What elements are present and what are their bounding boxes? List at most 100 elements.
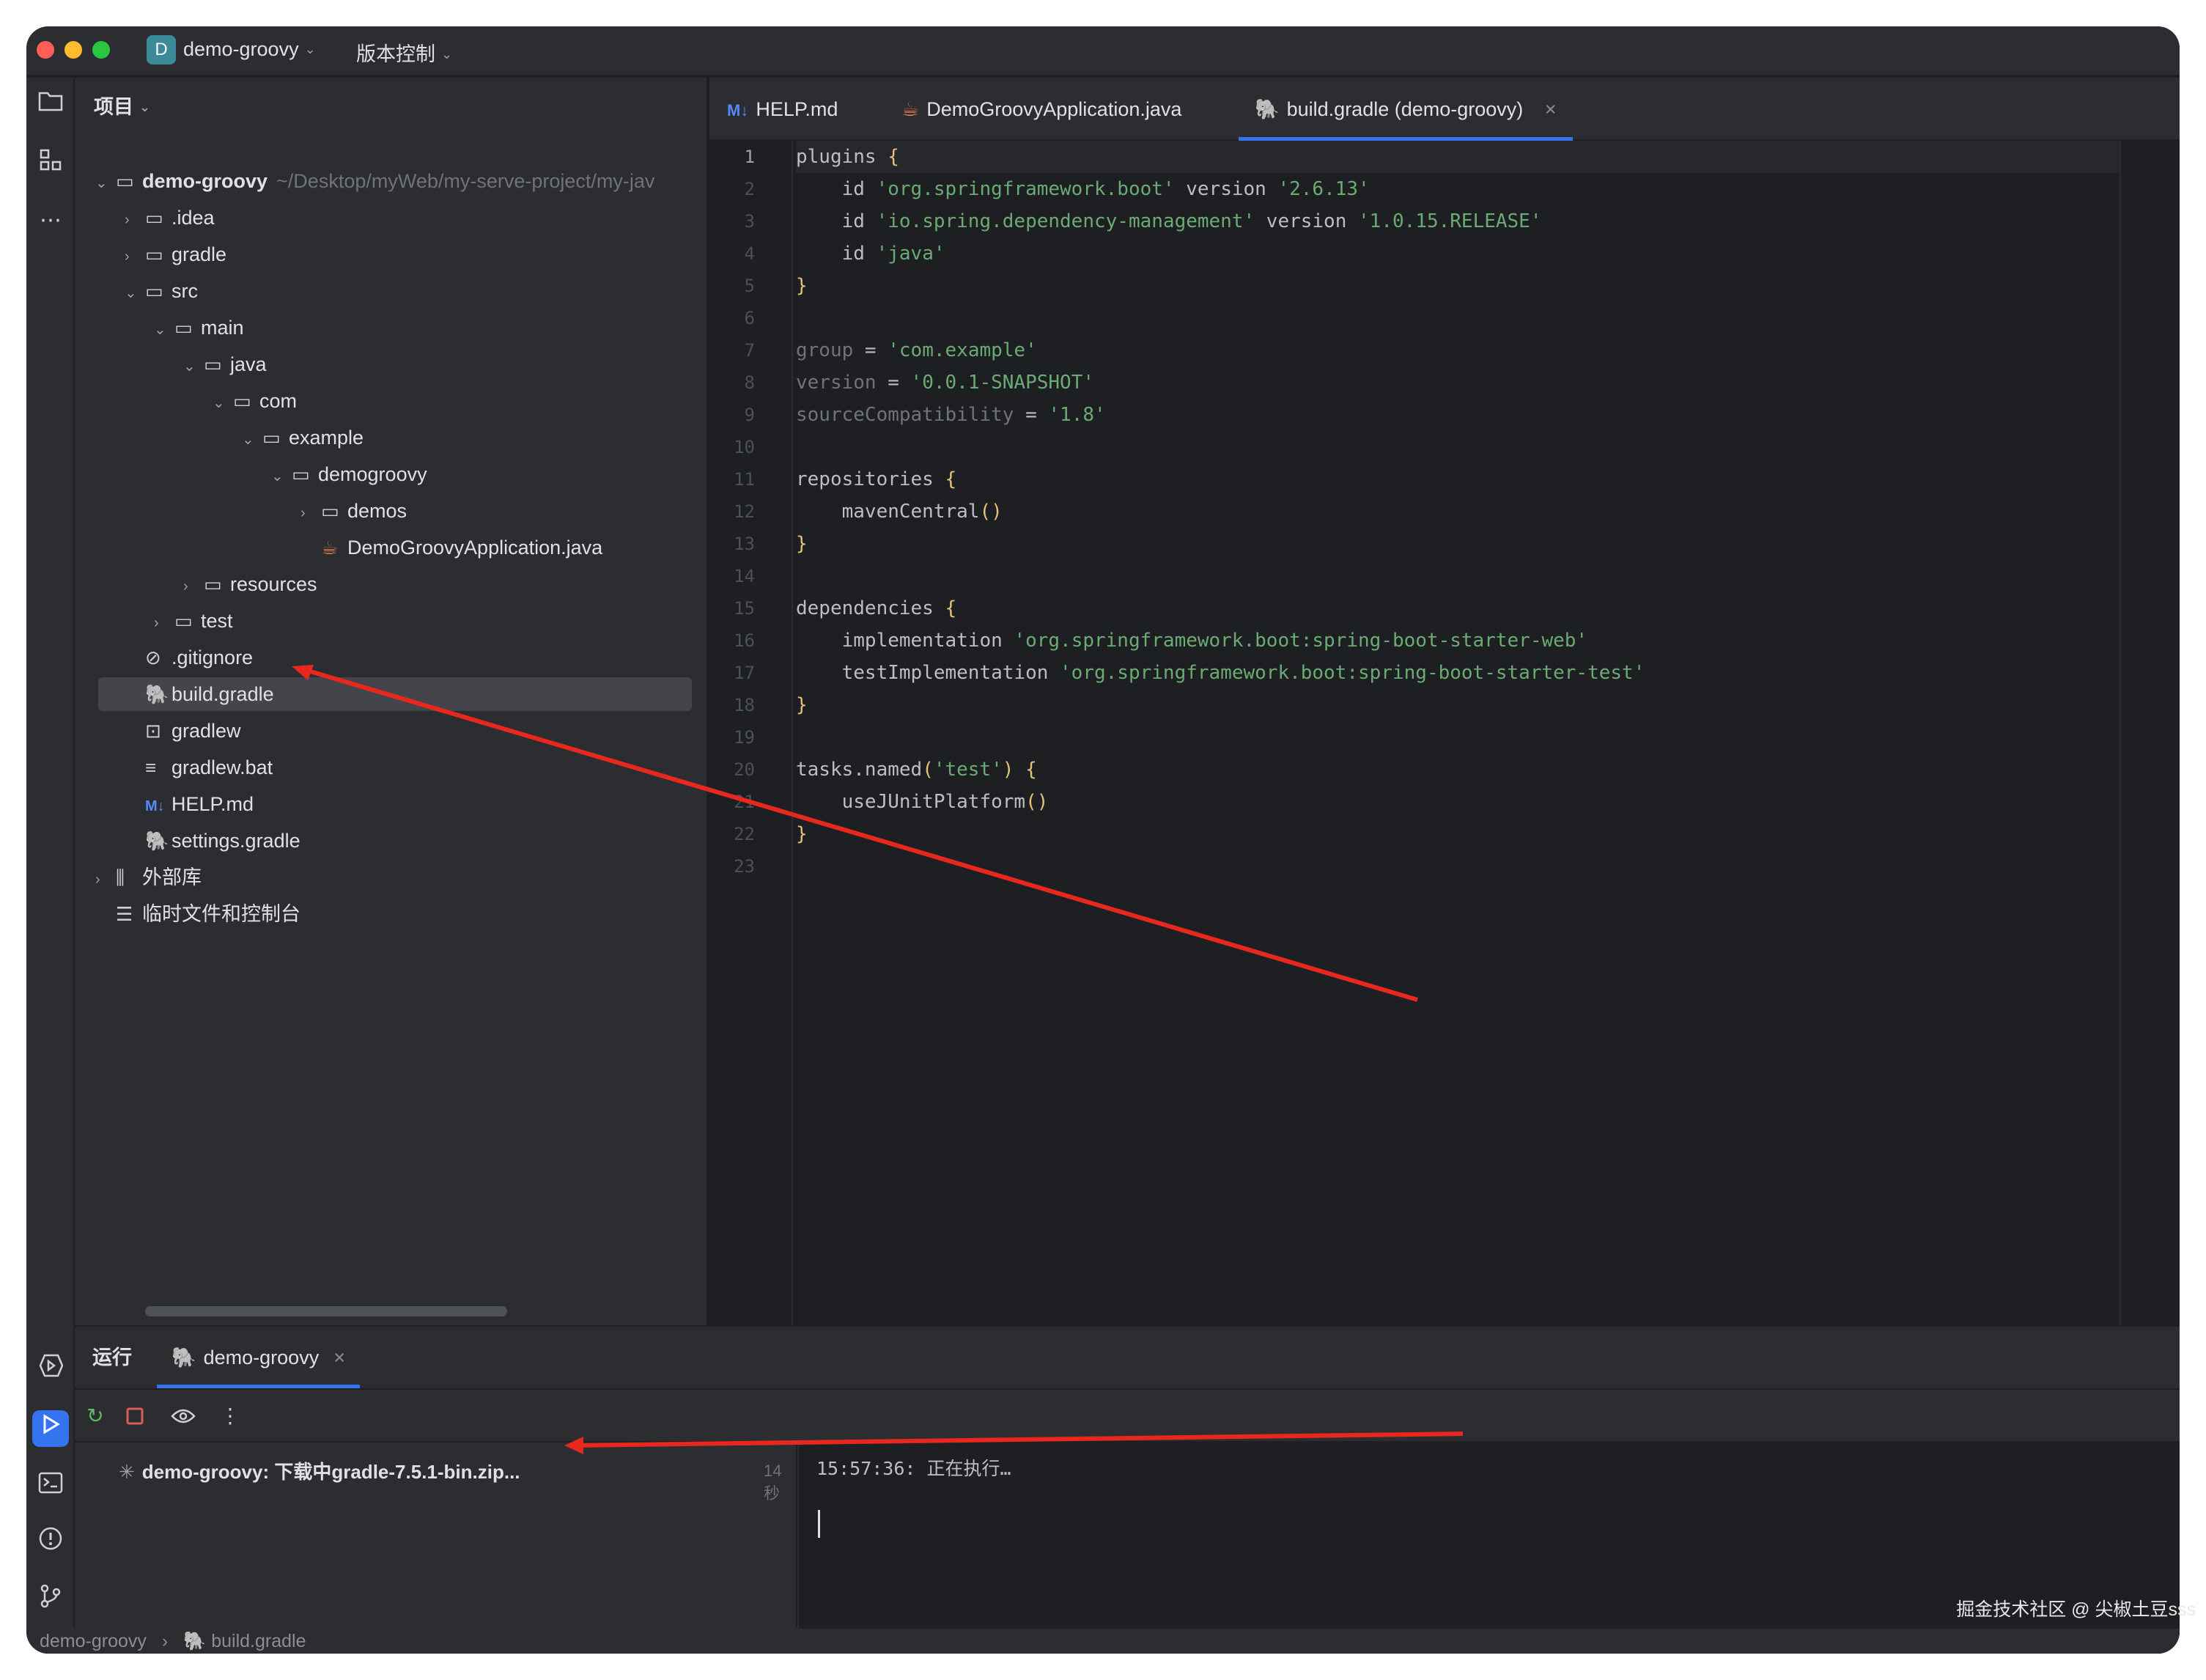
chevron-down-icon[interactable]: ⌄ <box>95 166 116 200</box>
tree-item[interactable]: › ▭ .idea <box>125 201 215 235</box>
tree-item[interactable]: ⌄ ▭ src <box>125 274 198 308</box>
folder-icon: ▭ <box>262 427 281 449</box>
tree-item[interactable]: ⊡ gradlew <box>125 714 241 748</box>
chevron-down-icon[interactable]: ⌄ <box>183 350 204 383</box>
tree-item-label: main <box>201 317 244 339</box>
code-line: mavenCentral() <box>796 501 1003 523</box>
line-number: 15 <box>734 598 755 619</box>
vcs-menu-label: 版本控制 <box>356 43 435 65</box>
run-tab-label: demo-groovy <box>203 1346 320 1368</box>
chevron-right-icon[interactable]: › <box>125 203 145 237</box>
breadcrumb-project[interactable]: demo-groovy <box>40 1631 147 1651</box>
tree-item-label: settings.gradle <box>171 830 300 852</box>
minimize-window-button[interactable] <box>64 41 82 59</box>
project-badge[interactable]: D <box>147 35 176 65</box>
run-task-item[interactable]: ✳ demo-groovy: 下载中gradle-7.5.1-bin.zip... <box>119 1457 520 1484</box>
tab-help-md[interactable]: M↓ HELP.md <box>727 78 838 141</box>
more-options-icon[interactable]: ⋮ <box>215 1401 245 1431</box>
line-number: 16 <box>734 630 755 651</box>
tree-item[interactable]: ≡ gradlew.bat <box>125 751 273 784</box>
gradle-run-icon: 🐘 <box>171 1346 196 1368</box>
markdown-file-icon: M↓ <box>145 798 165 814</box>
tab-demo-groovy-application[interactable]: ☕ DemoGroovyApplication.java <box>901 78 1181 141</box>
chevron-down-icon[interactable]: ⌄ <box>242 423 262 457</box>
chevron-down-icon: ⌄ <box>441 47 453 62</box>
close-window-button[interactable] <box>37 41 54 59</box>
line-number: 10 <box>734 437 755 457</box>
tree-item[interactable]: ☕ DemoGroovyApplication.java <box>300 531 602 564</box>
chevron-down-icon[interactable]: ⌄ <box>125 276 145 310</box>
line-number: 7 <box>744 340 755 361</box>
terminal-icon[interactable] <box>32 1469 69 1506</box>
stop-icon[interactable] <box>120 1401 150 1431</box>
tab-build-gradle[interactable]: 🐘 build.gradle (demo-groovy) × <box>1239 78 1573 141</box>
tree-item-label: src <box>171 280 198 302</box>
chevron-down-icon[interactable]: ⌄ <box>271 460 292 493</box>
structure-icon[interactable] <box>32 147 69 183</box>
chevron-down-icon[interactable]: ⌄ <box>213 386 233 420</box>
services-icon[interactable] <box>32 1353 69 1390</box>
tree-item[interactable]: ☰ 临时文件和控制台 <box>95 897 300 931</box>
text-caret <box>818 1510 820 1538</box>
chevron-right-icon: › <box>161 1631 169 1651</box>
tree-item-label: gradlew.bat <box>171 756 273 778</box>
line-number: 4 <box>744 243 755 264</box>
chevron-down-icon[interactable]: ⌄ <box>154 313 174 347</box>
tree-item[interactable]: ⌄ ▭ com <box>213 384 297 418</box>
chevron-right-icon[interactable]: › <box>300 496 321 530</box>
title-bar: D demo-groovy ⌄ 版本控制 ⌄ <box>26 26 2180 76</box>
code-line: implementation 'org.springframework.boot… <box>796 630 1588 652</box>
run-task-tree: ✳ demo-groovy: 下载中gradle-7.5.1-bin.zip...… <box>75 1443 797 1654</box>
zoom-window-button[interactable] <box>92 41 110 59</box>
chevron-right-icon[interactable]: › <box>125 240 145 273</box>
eye-icon[interactable] <box>169 1401 198 1431</box>
rerun-icon[interactable]: ↻ <box>81 1401 110 1431</box>
tree-item[interactable]: M↓ HELP.md <box>125 787 254 821</box>
project-switcher[interactable]: demo-groovy ⌄ <box>183 38 316 61</box>
chevron-right-icon[interactable]: › <box>183 570 204 603</box>
chevron-right-icon[interactable]: › <box>95 863 116 896</box>
problems-icon[interactable] <box>32 1526 69 1563</box>
tree-item[interactable]: › ▭ gradle <box>125 237 226 271</box>
tab-label: build.gradle (demo-groovy) <box>1286 98 1524 120</box>
project-folder-icon[interactable] <box>32 86 69 123</box>
folder-icon: ▭ <box>145 207 163 229</box>
more-tools-icon[interactable]: ⋯ <box>32 202 69 239</box>
tree-item[interactable]: › ▭ resources <box>183 567 317 601</box>
tree-item[interactable]: ⌄ ▭ java <box>183 347 267 381</box>
line-number-gutter: 1 2 3 4 5 6 7 8 9 10 11 12 13 14 15 16 17 18 19 20 21 22 23 <box>709 141 793 1325</box>
tree-item[interactable]: 🐘 settings.gradle <box>125 824 300 858</box>
tree-item[interactable]: › ⫼ 外部库 <box>95 861 202 894</box>
code-line: group = 'com.example' <box>796 339 1037 361</box>
tree-item[interactable]: › ▭ test <box>154 604 233 638</box>
tree-item[interactable]: ⌄ ▭ example <box>242 421 364 454</box>
tree-item[interactable]: ⌄ ▭ demogroovy <box>271 457 427 491</box>
tree-item[interactable]: › ▭ demos <box>300 494 407 528</box>
chevron-right-icon[interactable]: › <box>154 606 174 640</box>
close-run-tab-icon[interactable]: × <box>333 1346 345 1368</box>
project-panel-header[interactable]: 项目 ⌄ <box>94 91 150 119</box>
tree-item-label: demo-groovy <box>142 170 268 192</box>
run-elapsed-time: 14秒 <box>764 1462 782 1503</box>
breadcrumb-file[interactable]: build.gradle <box>211 1631 306 1651</box>
gradle-file-icon: 🐘 <box>145 830 169 852</box>
horizontal-scrollbar[interactable] <box>145 1306 507 1316</box>
library-icon: ⫼ <box>116 866 125 888</box>
run-tab-demo-groovy[interactable]: 🐘 demo-groovy × <box>157 1327 360 1388</box>
tree-item-label: 外部库 <box>142 866 202 888</box>
line-number: 19 <box>734 727 755 748</box>
tree-item[interactable]: 🐘 build.gradle <box>98 677 692 711</box>
run-console[interactable]: 15:57:36: 正在执行… <box>799 1443 2180 1654</box>
tree-item[interactable]: ⊘ .gitignore <box>125 641 253 674</box>
tree-item[interactable]: ⌄ ▭ main <box>154 311 244 345</box>
line-number: 20 <box>734 759 755 780</box>
gradle-file-icon: 🐘 <box>183 1631 207 1651</box>
close-tab-icon[interactable]: × <box>1545 98 1557 120</box>
code-line: id 'org.springframework.boot' version '2… <box>796 178 1370 200</box>
code-editor[interactable]: plugins { id 'org.springframework.boot' … <box>796 141 2120 1325</box>
tree-item[interactable]: ⌄ ▭ demo-groovy ~/Desktop/myWeb/my-serve-pr… <box>95 164 654 198</box>
vcs-menu[interactable]: 版本控制 ⌄ <box>356 38 452 67</box>
line-number: 17 <box>734 663 755 683</box>
run-icon[interactable] <box>32 1410 69 1447</box>
git-branch-icon[interactable] <box>32 1583 69 1620</box>
